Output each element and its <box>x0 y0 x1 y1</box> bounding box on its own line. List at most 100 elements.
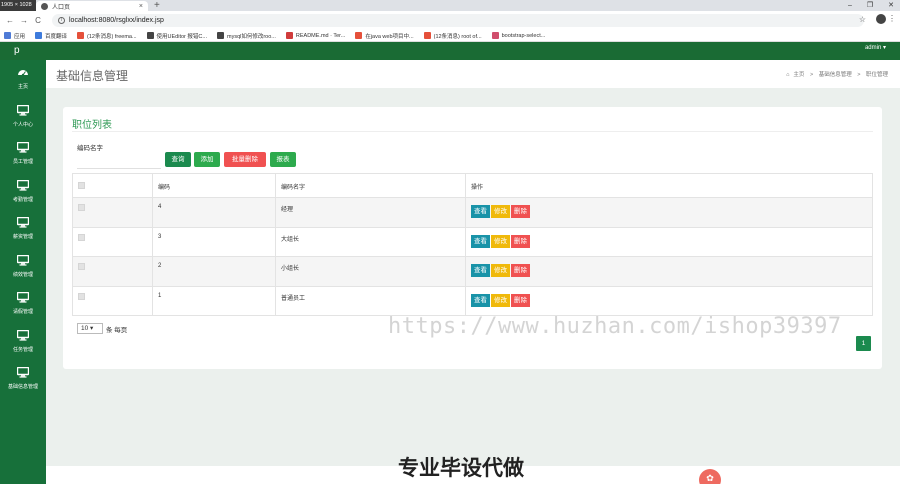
monitor-icon <box>16 254 30 271</box>
report-button[interactable]: 报表 <box>270 152 296 167</box>
bookmark-item[interactable]: 在java web项目中... <box>355 32 414 40</box>
delete-button[interactable]: 删除 <box>511 264 530 277</box>
cell-code: 2 <box>152 256 276 287</box>
browser-tab[interactable]: 人口页 × <box>36 1 148 11</box>
url-input[interactable]: i localhost:8080/rsglxx/index.jsp <box>52 14 864 27</box>
back-button[interactable]: ← <box>6 16 14 25</box>
page-size-value: 10 <box>81 325 89 332</box>
sidebar-item[interactable]: 任务管理 <box>0 323 46 361</box>
monitor-icon <box>16 292 30 308</box>
monitor-icon <box>16 367 30 383</box>
bookmark-item[interactable]: bootstrap-select... <box>491 32 546 39</box>
sidebar-item[interactable]: 基础信息管理 <box>0 360 46 398</box>
bookmark-label: bootstrap-select... <box>501 32 546 39</box>
bookmark-item[interactable]: 使用UEditor 报错C... <box>146 32 207 40</box>
bookmark-item[interactable]: README.md · Ter... <box>285 32 345 39</box>
pagination-current-page[interactable]: 1 <box>856 336 871 351</box>
page-size-control: 10 ▾ 条 每页 <box>77 323 127 334</box>
sidebar-item[interactable]: 绩效管理 <box>0 248 46 286</box>
edit-button[interactable]: 修改 <box>491 264 510 277</box>
breadcrumb-home[interactable]: 主页 <box>793 72 804 78</box>
forward-button[interactable]: → <box>20 16 28 25</box>
breadcrumb-section[interactable]: 基础信息管理 <box>819 72 852 78</box>
view-button[interactable]: 查看 <box>471 293 490 307</box>
delete-button[interactable]: 删除 <box>511 205 530 218</box>
sidebar-item[interactable]: 员工管理 <box>0 135 46 173</box>
apps-icon <box>4 32 11 39</box>
cell-code: 3 <box>152 226 276 257</box>
batch-delete-button[interactable]: 批量删除 <box>224 152 266 167</box>
window-controls: – ❐ ✕ <box>848 0 894 11</box>
bookmark-item[interactable]: 应用 <box>4 32 25 40</box>
site-icon <box>216 32 224 39</box>
bookmark-item[interactable]: 百度翻译 <box>35 32 67 40</box>
promo-banner-text: 专业毕设代做 <box>398 457 524 480</box>
bookmark-label: 使用UEditor 报错C... <box>156 33 207 40</box>
sidebar-item[interactable]: 主页 <box>0 60 46 98</box>
delete-button[interactable]: 删除 <box>511 234 530 248</box>
tab-title: 人口页 <box>52 4 71 11</box>
query-button[interactable]: 查询 <box>165 152 191 167</box>
cell-name: 经理 <box>275 197 466 228</box>
column-header-actions: 操作 <box>465 173 873 198</box>
browser-tab-strip: 1905 × 1028 人口页 × + – ❐ ✕ <box>0 0 900 11</box>
tab-close-icon[interactable]: × <box>139 3 143 10</box>
card-divider <box>72 131 873 132</box>
select-all-checkbox[interactable] <box>78 182 85 189</box>
floating-action-icon[interactable]: ✿ <box>699 469 721 484</box>
bookmark-item[interactable]: mysql如何修改roo... <box>216 32 276 40</box>
row-checkbox[interactable] <box>78 233 85 241</box>
main-content: 基础信息管理 ⌂ 主页 > 基础信息管理 > 职位管理 职位列表 编码名字 查询 … <box>46 60 900 484</box>
dashboard-icon <box>17 67 29 83</box>
sidebar-item[interactable]: 考勤管理 <box>0 173 46 211</box>
row-checkbox[interactable] <box>78 204 85 211</box>
row-checkbox[interactable] <box>78 263 85 270</box>
sidebar-item[interactable]: 个人中心 <box>0 98 46 136</box>
csdn-icon <box>77 32 85 39</box>
add-button[interactable]: 添加 <box>194 152 220 167</box>
close-window-button[interactable]: ✕ <box>888 0 894 11</box>
row-checkbox[interactable] <box>78 292 85 300</box>
edit-button[interactable]: 修改 <box>491 205 510 218</box>
sidebar-item[interactable]: 请假管理 <box>0 285 46 323</box>
monitor-icon <box>16 142 30 158</box>
monitor-icon <box>16 179 30 196</box>
translate-icon <box>35 32 43 39</box>
bookmark-star-icon[interactable]: ☆ <box>859 15 866 24</box>
edit-button[interactable]: 修改 <box>491 293 510 307</box>
sidebar-item-label: 主页 <box>17 84 28 91</box>
sidebar-item[interactable]: 薪资管理 <box>0 210 46 248</box>
browser-menu-icon[interactable]: ⋮ <box>888 14 896 24</box>
sidebar-item-label: 请假管理 <box>12 309 33 316</box>
bookmark-label: 应用 <box>14 33 26 40</box>
edit-button[interactable]: 修改 <box>491 234 510 248</box>
maximize-button[interactable]: ❐ <box>867 0 873 11</box>
card-title: 职位列表 <box>72 120 112 131</box>
bookmark-item[interactable]: (12条消息) freema... <box>77 32 137 40</box>
breadcrumb: ⌂ 主页 > 基础信息管理 > 职位管理 <box>784 70 890 78</box>
info-icon[interactable]: i <box>58 17 65 24</box>
code-name-search-input[interactable] <box>77 151 161 169</box>
view-button[interactable]: 查看 <box>471 234 490 248</box>
sidebar-item-label: 任务管理 <box>12 346 33 353</box>
bookmark-item[interactable]: (12条消息) root of... <box>423 32 482 40</box>
cell-actions: 查看 修改 删除 <box>465 256 873 287</box>
delete-button[interactable]: 删除 <box>511 293 530 307</box>
sidebar-item-label: 薪资管理 <box>12 234 33 241</box>
row-select-cell <box>72 226 153 257</box>
view-button[interactable]: 查看 <box>471 264 490 277</box>
user-menu[interactable]: admin ▾ <box>865 42 886 54</box>
profile-avatar[interactable] <box>876 14 886 24</box>
table-row: 2 小组长 查看 修改 删除 <box>72 256 873 287</box>
reload-button[interactable]: C <box>34 16 42 25</box>
view-button[interactable]: 查看 <box>471 205 490 218</box>
breadcrumb-separator: > <box>809 72 814 78</box>
watermark-text: https://www.huzhan.com/ishop39397 <box>388 314 842 339</box>
sidebar-item-label: 员工管理 <box>12 159 33 166</box>
minimize-button[interactable]: – <box>848 0 852 11</box>
page-favicon-icon <box>41 2 48 10</box>
breadcrumb-current: 职位管理 <box>865 72 888 78</box>
new-tab-button[interactable]: + <box>154 0 160 11</box>
cell-name: 小组长 <box>275 256 466 287</box>
page-size-select[interactable]: 10 ▾ <box>77 323 103 334</box>
